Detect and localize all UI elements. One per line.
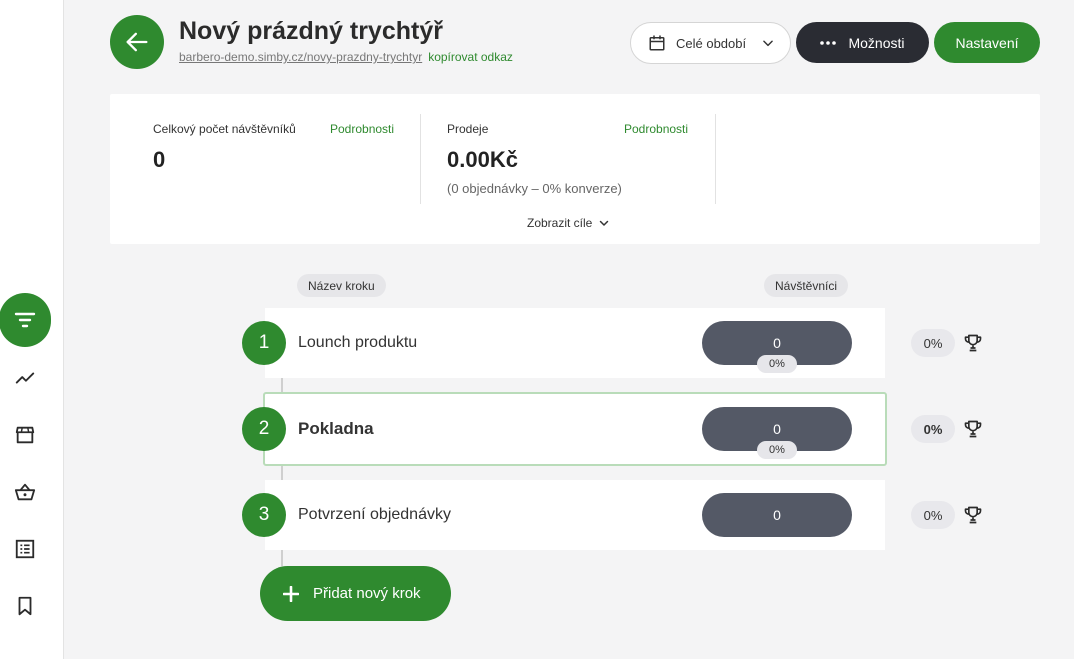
period-select[interactable]: Celé období [630,22,791,64]
plus-icon [283,585,299,602]
sidebar-item-funnels[interactable] [0,293,51,347]
trophy-icon[interactable] [963,333,983,353]
options-button[interactable]: Možnosti [796,22,929,63]
list-icon [15,539,34,559]
step-number: 2 [242,407,286,451]
sidebar-item-analytics[interactable] [0,358,49,398]
store-icon [15,426,34,444]
step-number: 1 [242,321,286,365]
step-number: 3 [242,493,286,537]
chevron-down-icon [600,220,609,226]
sidebar-item-list[interactable] [0,529,49,569]
sales-details-link[interactable]: Podrobnosti [624,122,688,136]
trophy-icon[interactable] [963,419,983,439]
trophy-icon[interactable] [963,505,983,525]
show-goals-label: Zobrazit cíle [527,216,593,230]
sidebar-item-orders[interactable] [0,472,49,512]
trend-icon [15,372,34,384]
sidebar [0,0,64,659]
step-name: Pokladna [298,419,374,438]
visitors-label: Celkový počet návštěvníků [153,122,296,136]
divider [715,114,716,204]
page-title: Nový prázdný trychtýř [179,17,443,45]
calendar-icon [649,35,665,51]
step-visitors-percent: 0% [757,441,797,459]
divider [420,114,421,204]
funnel-icon [14,312,36,328]
back-button[interactable] [110,15,164,69]
step-visitors-pill: 0 [702,493,852,537]
settings-button[interactable]: Nastavení [934,22,1040,63]
step-conversion-badge: 0% [911,415,955,443]
sales-subtext: (0 objednávky – 0% konverze) [447,181,622,196]
sidebar-item-store[interactable] [0,415,49,455]
column-header-step-name: Název kroku [297,274,386,297]
visitors-value: 0 [153,147,166,172]
step-name: Lounch produktu [298,334,418,351]
column-header-visitors: Návštěvníci [764,274,849,297]
stats-card: Celkový počet návštěvníků Podrobnosti 0 … [110,94,1040,244]
period-label: Celé období [676,35,747,51]
step-conversion-badge: 0% [911,501,955,529]
sidebar-item-bookmarks[interactable] [0,586,49,626]
step-conversion-badge: 0% [911,329,955,357]
sales-label: Prodeje [447,122,489,136]
step-name: Potvrzení objednávky [298,506,451,523]
step-connector [281,550,283,566]
funnel-url-link[interactable]: barbero-demo.simby.cz/novy-prazdny-trych… [179,50,422,64]
copy-link-button[interactable]: kopírovat odkaz [428,50,513,64]
bookmark-icon [18,596,31,616]
funnel-url-line: barbero-demo.simby.cz/novy-prazdny-trych… [179,50,513,64]
add-step-button[interactable]: Přidat nový krok [260,566,451,621]
chevron-down-icon [763,40,773,47]
more-dots-icon [820,40,837,45]
add-step-label: Přidat nový krok [313,585,421,602]
step-visitors-percent: 0% [757,355,797,373]
show-goals-toggle[interactable]: Zobrazit cíle [527,216,610,230]
sales-value: 0.00Kč [447,147,518,172]
options-label: Možnosti [848,34,905,51]
basket-icon [14,483,35,501]
step-connector [281,466,283,480]
visitors-details-link[interactable]: Podrobnosti [330,122,394,136]
arrow-left-icon [126,32,148,52]
